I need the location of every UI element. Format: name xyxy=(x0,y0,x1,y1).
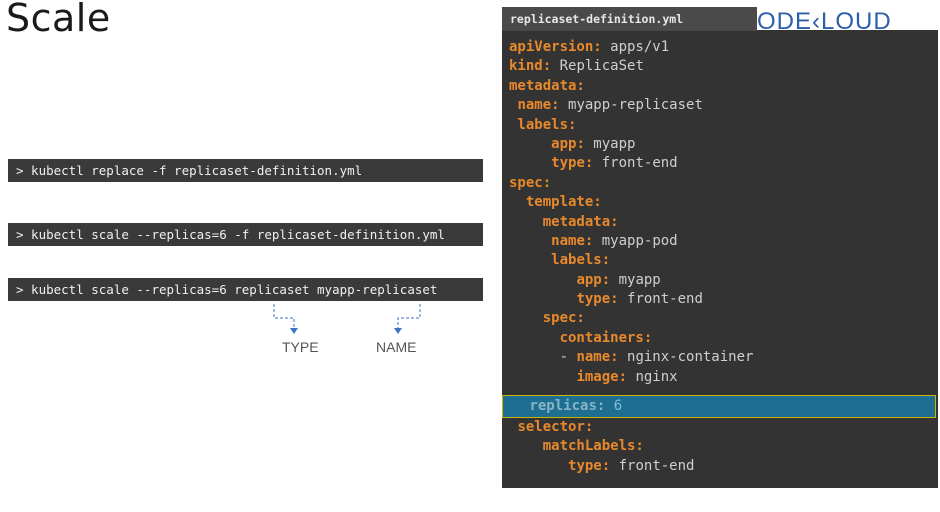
yaml-key: type: xyxy=(576,291,619,308)
yaml-key: name: xyxy=(576,349,619,366)
yaml-key: metadata: xyxy=(509,77,585,94)
yaml-key: type: xyxy=(568,457,611,474)
yaml-line: template: xyxy=(509,193,753,212)
slide-title: Scale xyxy=(6,0,111,40)
yaml-line: apiVersion: apps/v1 xyxy=(509,38,753,57)
yaml-line: metadata: xyxy=(509,213,753,232)
yaml-key: name: xyxy=(517,97,560,114)
yaml-key: app: xyxy=(576,271,611,288)
yaml-value: front-end xyxy=(618,291,703,308)
yaml-line: name: myapp-pod xyxy=(509,232,753,251)
yaml-key: selector: xyxy=(517,419,594,435)
yaml-line: spec: xyxy=(509,309,753,328)
editor-tab[interactable]: replicaset-definition.yml xyxy=(502,7,757,31)
yaml-key: spec: xyxy=(509,174,552,191)
yaml-code: apiVersion: apps/v1 kind: ReplicaSet metad… xyxy=(509,38,753,387)
yaml-line: matchLabels: xyxy=(509,437,694,456)
yaml-line: labels: xyxy=(509,116,753,135)
yaml-value: apps/v1 xyxy=(601,39,670,55)
yaml-value: front-end xyxy=(593,155,678,172)
yaml-value: nginx-container xyxy=(618,349,754,366)
yaml-key: template: xyxy=(525,194,602,211)
name-bracket xyxy=(397,304,421,330)
yaml-line: metadata: xyxy=(509,77,753,96)
yaml-value: myapp xyxy=(584,135,636,152)
yaml-line: - name: nginx-container xyxy=(509,349,754,366)
yaml-key: labels: xyxy=(517,116,577,133)
yaml-value: myapp xyxy=(610,271,661,288)
replicas-key: replicas: xyxy=(529,398,606,414)
name-arrowhead xyxy=(394,328,402,334)
yaml-value: ReplicaSet xyxy=(551,58,644,75)
type-arrowhead xyxy=(290,328,298,334)
replicas-value: 6 xyxy=(605,398,623,414)
yaml-line: image: nginx xyxy=(509,368,753,387)
yaml-line: kind: ReplicaSet xyxy=(509,57,753,76)
yaml-key: metadata: xyxy=(542,213,619,230)
command-scale-file: > kubectl scale --replicas=6 -f replicas… xyxy=(8,223,483,246)
yaml-line: type: front-end xyxy=(509,154,753,173)
yaml-key: image: xyxy=(576,368,628,385)
yaml-value: myapp-replicaset xyxy=(559,97,703,114)
yaml-value: nginx xyxy=(627,368,678,385)
yaml-line: spec: xyxy=(509,174,753,193)
yaml-value: front-end xyxy=(610,457,695,474)
yaml-key: containers: xyxy=(559,329,653,346)
yaml-key: name: xyxy=(551,232,594,249)
yaml-key: kind: xyxy=(509,58,552,75)
yaml-line: app: myapp xyxy=(509,271,753,290)
type-label: TYPE xyxy=(282,339,319,355)
yaml-line: app: myapp xyxy=(509,135,753,154)
yaml-line: selector: xyxy=(509,418,694,437)
type-bracket xyxy=(273,304,295,330)
command-scale-type-name: > kubectl scale --replicas=6 replicaset … xyxy=(8,278,483,301)
yaml-line: name: myapp-replicaset xyxy=(509,96,753,115)
yaml-line: type: front-end xyxy=(509,457,694,476)
yaml-value: myapp-pod xyxy=(593,232,678,249)
yaml-key: spec: xyxy=(542,310,585,327)
yaml-key: apiVersion: xyxy=(509,39,602,55)
yaml-key: labels: xyxy=(551,252,611,269)
yaml-key: type: xyxy=(551,155,594,172)
yaml-key: app: xyxy=(551,135,585,152)
yaml-code-tail: selector: matchLabels: type: front-end xyxy=(509,418,694,476)
yaml-line: labels: xyxy=(509,251,753,270)
replicas-line: replicas: 6 xyxy=(521,398,622,414)
yaml-line: containers: xyxy=(509,329,753,348)
yaml-line: type: front-end xyxy=(509,290,753,309)
command-replace: > kubectl replace -f replicaset-definiti… xyxy=(8,159,483,182)
name-label: NAME xyxy=(376,339,417,355)
yaml-key: matchLabels: xyxy=(542,438,644,455)
